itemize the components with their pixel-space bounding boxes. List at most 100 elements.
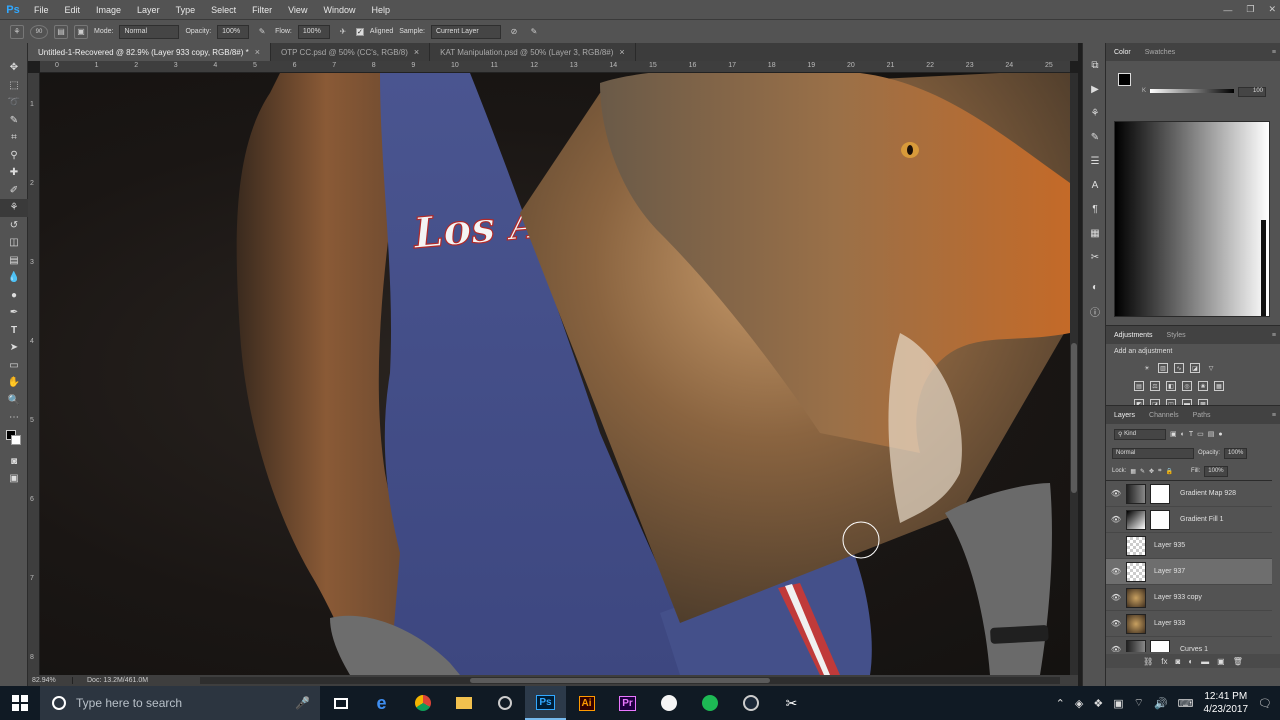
type-tool-icon[interactable]: T [0,322,28,340]
zoom-level[interactable]: 82.94% [28,677,73,684]
clock[interactable]: 12:41 PM 4/23/2017 [1204,690,1249,716]
pen-tool-icon[interactable]: ✒ [0,304,28,322]
photoshop-taskbar-icon[interactable]: Ps [525,686,566,720]
tab-layers[interactable]: Layers [1114,412,1135,419]
menu-edit[interactable]: Edit [57,5,89,15]
pressure-opacity-icon[interactable]: ✎ [255,25,269,39]
ignore-adjustment-layers-icon[interactable]: ⊘ [507,25,521,39]
horizontal-scrollbar[interactable] [200,677,1060,684]
path-selection-tool-icon[interactable]: ➤ [0,339,28,357]
lasso-tool-icon[interactable]: ➰ [0,94,28,112]
panel-menu-icon[interactable]: ≡ [1272,412,1276,419]
layer-mask-thumbnail[interactable] [1150,639,1170,652]
filter-toggle-icon[interactable]: ● [1218,431,1222,438]
layer-name[interactable]: Layer 933 [1150,620,1185,627]
layer-thumbnail[interactable] [1126,639,1146,652]
tab-swatches[interactable]: Swatches [1145,49,1175,56]
tab-color[interactable]: Color [1114,49,1131,56]
layer-name[interactable]: Layer 937 [1150,568,1185,575]
layer-row[interactable]: 👁 Gradient Fill 1 [1106,507,1272,533]
actions-panel-icon[interactable]: ▶ [1083,77,1107,101]
hue-saturation-icon[interactable]: ▤ [1134,381,1144,391]
pressure-size-icon[interactable]: ✎ [527,25,541,39]
spotify-icon[interactable] [689,686,730,720]
flow-field[interactable]: 100% [297,24,330,39]
exposure-icon[interactable]: ◪ [1190,363,1200,373]
chrome-icon[interactable] [402,686,443,720]
more-tools-icon[interactable]: ⋯ [0,409,28,427]
menu-help[interactable]: Help [363,5,398,15]
sample-select[interactable]: Current Layer [430,24,501,39]
add-mask-icon[interactable]: ◙ [1175,657,1180,666]
tab-channels[interactable]: Channels [1149,412,1179,419]
link-layers-icon[interactable]: ⛓ [1143,657,1153,666]
black-white-icon[interactable]: ◧ [1166,381,1176,391]
filter-type-icon[interactable]: T [1189,431,1193,438]
layer-thumbnail[interactable] [1126,535,1146,556]
layer-mask-thumbnail[interactable] [1150,509,1170,530]
aligned-checkbox[interactable]: ✓ [355,27,364,36]
show-hidden-icons[interactable]: ⌃ [1056,697,1065,710]
lock-transparent-icon[interactable]: ▦ [1130,468,1136,475]
visibility-eye-icon[interactable]: 👁 [1106,593,1126,602]
color-swatches[interactable] [0,427,28,453]
illustrator-taskbar-icon[interactable]: Ai [566,686,607,720]
marquee-tool-icon[interactable]: ⬚ [0,77,28,95]
k-value-field[interactable]: 100 [1238,87,1266,97]
menu-window[interactable]: Window [315,5,363,15]
visibility-eye-icon[interactable]: 👁 [1106,489,1126,498]
tab-adjustments[interactable]: Adjustments [1114,332,1153,339]
hue-slider[interactable] [1261,220,1266,316]
filter-adjustment-icon[interactable]: ◐ [1181,431,1185,438]
dodge-tool-icon[interactable]: ● [0,287,28,305]
edge-icon[interactable]: e [361,686,402,720]
color-lookup-icon[interactable]: ▦ [1214,381,1224,391]
layer-opacity-field[interactable]: 100% [1224,447,1248,459]
dropbox-icon[interactable]: ❖ [1093,697,1103,710]
tab-untitled-recovered[interactable]: Untitled-1-Recovered @ 82.9% (Layer 933 … [28,43,272,61]
brush-panel-icon[interactable]: ✎ [1083,125,1107,149]
tray-app-icon[interactable]: ▣ [1113,697,1123,710]
rectangle-tool-icon[interactable]: ▭ [0,357,28,375]
delete-layer-icon[interactable]: 🗑 [1233,657,1243,666]
levels-icon[interactable]: ▥ [1158,363,1168,373]
adjustments-panel-icon[interactable]: ◐ [1083,275,1107,299]
menu-image[interactable]: Image [88,5,129,15]
properties-panel-icon[interactable]: ☰ [1083,149,1107,173]
minimize-icon[interactable]: — [1223,5,1232,15]
lock-position-icon[interactable]: ✥ [1149,468,1154,475]
clone-source-panel-icon[interactable]: ⚘ [1083,101,1107,125]
channel-mixer-icon[interactable]: ❀ [1198,381,1208,391]
layer-name[interactable]: Gradient Fill 1 [1176,516,1224,523]
quick-mask-icon[interactable]: ◙ [0,453,28,471]
app-icon[interactable] [484,686,525,720]
layer-row[interactable]: 👁 Curves 1 [1106,637,1272,652]
clone-stamp-tool-icon[interactable]: ⚘ [0,199,28,217]
brush-preset-picker[interactable]: 90 [30,24,48,39]
tab-paths[interactable]: Paths [1193,412,1211,419]
vertical-scroll-thumb[interactable] [1071,343,1077,493]
layer-name[interactable]: Gradient Map 928 [1176,490,1236,497]
k-slider[interactable] [1150,89,1234,93]
layer-mask-thumbnail[interactable] [1150,483,1170,504]
layer-thumbnail[interactable] [1126,587,1146,608]
itunes-icon[interactable] [648,686,689,720]
blend-mode-select[interactable]: Normal [1112,447,1194,459]
layer-thumbnail[interactable] [1126,613,1146,634]
info-panel-icon[interactable]: ⓘ [1083,299,1107,323]
tools-presets-icon[interactable]: ✂ [1083,245,1107,269]
panel-menu-icon[interactable]: ≡ [1272,49,1276,56]
layer-row[interactable]: 👁 Gradient Map 928 [1106,481,1272,507]
layer-thumbnail[interactable] [1126,561,1146,582]
start-button[interactable] [0,686,40,720]
move-tool-icon[interactable]: ✥ [0,59,28,77]
zoom-tool-icon[interactable]: 🔍 [0,392,28,410]
menu-layer[interactable]: Layer [129,5,168,15]
lock-artboard-icon[interactable]: ⌗ [1158,468,1161,475]
taskbar-search[interactable]: Type here to search 🎤 [40,686,320,720]
tab-otp-cc[interactable]: OTP CC.psd @ 50% (CC's, RGB/8) × [271,43,431,61]
mode-select[interactable]: Normal [119,24,180,39]
visibility-eye-icon[interactable]: 👁 [1106,515,1126,524]
eyedropper-tool-icon[interactable]: ⚲ [0,147,28,165]
canvas[interactable]: Los A [40,73,1070,675]
